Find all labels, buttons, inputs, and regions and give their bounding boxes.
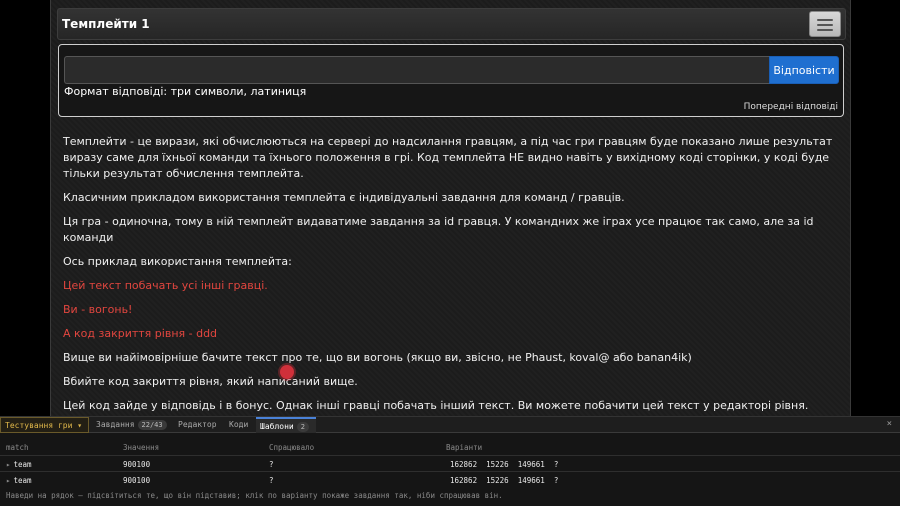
row-value: 900100 bbox=[123, 476, 151, 485]
row-fired: ? bbox=[269, 460, 274, 469]
row-variants[interactable]: 162862 15226 149661 ? bbox=[450, 460, 558, 469]
table-row[interactable]: ▸ team 900100 ? 162862 15226 149661 ? bbox=[0, 455, 900, 470]
expand-arrow-icon: ▸ bbox=[6, 476, 11, 485]
content-paragraph: Вище ви найімовірніше бачите текст про т… bbox=[63, 351, 692, 364]
row-match: team bbox=[13, 460, 32, 469]
dev-panel-tabs: Тестування гри ▾ Завдання 22/43 Редактор … bbox=[0, 417, 900, 433]
content-paragraph: Цей код зайде у відповідь і в бонус. Одн… bbox=[63, 399, 809, 416]
answer-input[interactable] bbox=[64, 56, 769, 84]
hamburger-icon bbox=[817, 19, 833, 21]
row-variants[interactable]: 162862 15226 149661 ? bbox=[450, 476, 558, 485]
hamburger-menu-button[interactable] bbox=[809, 11, 841, 37]
content-paragraph: Темплейти - це вирази, які обчислюються … bbox=[63, 135, 833, 180]
column-header-match: match bbox=[6, 443, 29, 452]
tab-codes[interactable]: Коди bbox=[225, 417, 252, 433]
submit-answer-button[interactable]: Відповісти bbox=[769, 56, 839, 84]
level-content: Темплейти - це вирази, які обчислюються … bbox=[63, 134, 839, 416]
column-header-variants: Варіанти bbox=[446, 443, 483, 452]
record-indicator-icon bbox=[280, 365, 294, 379]
content-paragraph: Ця гра - одиночна, тому в ній темплейт в… bbox=[63, 215, 814, 244]
expand-arrow-icon: ▸ bbox=[6, 460, 11, 469]
previous-answers-link[interactable]: Попередні відповіді bbox=[744, 102, 838, 112]
answer-format-hint: Формат відповіді: три символи, латиниця bbox=[64, 85, 307, 98]
row-value: 900100 bbox=[123, 460, 151, 469]
level-title: Темплейти 1 bbox=[62, 17, 150, 31]
level-header: Темплейти 1 bbox=[57, 8, 846, 40]
close-icon[interactable]: × bbox=[887, 417, 892, 432]
template-output-paragraph: Ви - вогонь! bbox=[63, 303, 133, 316]
content-paragraph: Вбийте код закриття рівня, який написани… bbox=[63, 375, 358, 388]
template-output-paragraph: А код закриття рівня - ddd bbox=[63, 327, 218, 340]
row-match: team bbox=[13, 476, 32, 485]
answer-form: Відповісти Формат відповіді: три символи… bbox=[58, 44, 844, 117]
row-match-cell: ▸ team bbox=[6, 476, 32, 485]
tab-templates-label: Шаблони bbox=[260, 422, 294, 431]
dev-panel-hint: Наведи на рядок — підсвітиться те, що ві… bbox=[6, 491, 503, 500]
game-page: Темплейти 1 Відповісти Формат відповіді:… bbox=[50, 0, 851, 416]
template-output-paragraph: Цей текст побачать усі інші гравці. bbox=[63, 279, 268, 292]
row-match-cell: ▸ team bbox=[6, 460, 32, 469]
dev-panel: Тестування гри ▾ Завдання 22/43 Редактор … bbox=[0, 416, 900, 506]
hamburger-icon bbox=[817, 29, 833, 31]
content-paragraph: Класичним прикладом використання темплей… bbox=[63, 191, 625, 204]
tab-tasks[interactable]: Завдання 22/43 bbox=[92, 417, 171, 433]
tab-tasks-label: Завдання bbox=[96, 420, 135, 429]
tab-editor[interactable]: Редактор bbox=[174, 417, 221, 433]
hamburger-icon bbox=[817, 24, 833, 26]
tab-templates[interactable]: Шаблони 2 bbox=[256, 417, 316, 433]
tasks-count-badge: 22/43 bbox=[137, 420, 167, 430]
column-header-value: Значення bbox=[123, 443, 160, 452]
table-row[interactable]: ▸ team 900100 ? 162862 15226 149661 ? bbox=[0, 471, 900, 486]
content-paragraph: Ось приклад використання темплейта: bbox=[63, 255, 292, 268]
templates-count-badge: 2 bbox=[296, 422, 309, 432]
column-header-fired: Спрацювало bbox=[269, 443, 315, 452]
tab-game-testing[interactable]: Тестування гри ▾ bbox=[0, 417, 89, 433]
row-fired: ? bbox=[269, 476, 274, 485]
